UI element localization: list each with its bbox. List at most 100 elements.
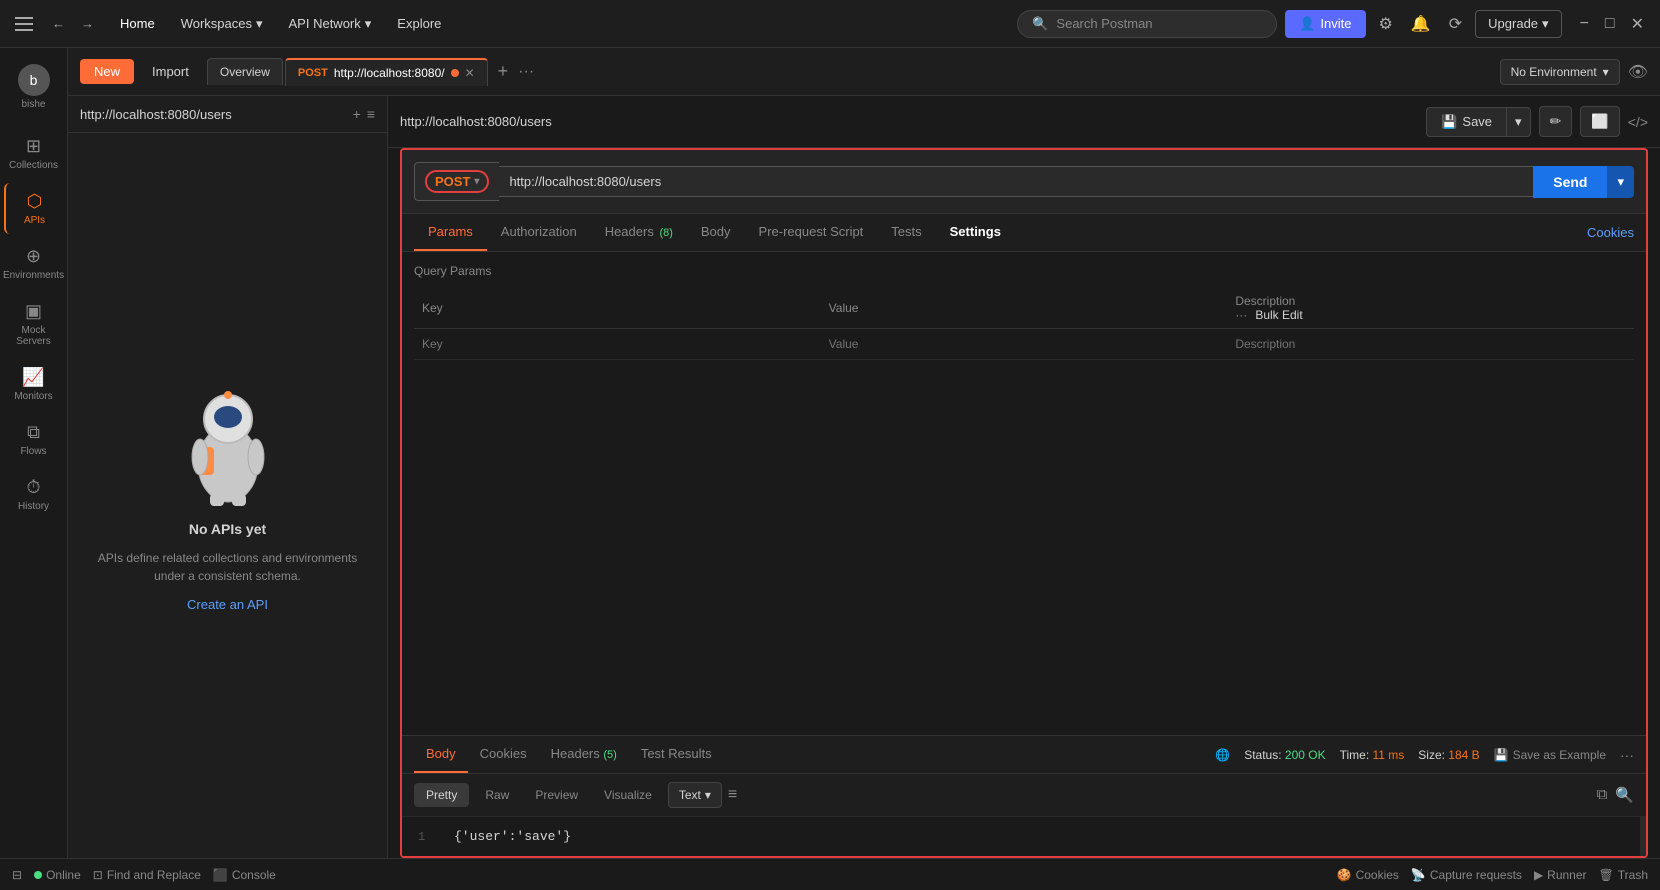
tab-pre-request-script[interactable]: Pre-request Script <box>745 214 878 251</box>
cookies-bottom-button[interactable]: 🍪 Cookies <box>1337 868 1399 882</box>
edit-icon-button[interactable]: ✏ <box>1539 106 1573 137</box>
cookies-link[interactable]: Cookies <box>1587 225 1634 240</box>
view-icon-button[interactable]: ⬜ <box>1580 106 1619 137</box>
save-icon: 💾 <box>1494 748 1509 762</box>
request-response-box: POST ▾ Send ▾ Params <box>400 148 1648 858</box>
bulk-edit-more-icon[interactable]: ··· <box>1235 308 1247 322</box>
search-response-icon[interactable]: 🔍 <box>1615 786 1634 804</box>
description-input[interactable] <box>1235 337 1626 351</box>
apis-label: APIs <box>24 215 45 226</box>
tab-body[interactable]: Body <box>687 214 745 251</box>
sidebar-item-mock-servers[interactable]: ▣ Mock Servers <box>4 293 64 355</box>
value-input[interactable] <box>829 337 1220 351</box>
resp-tab-headers[interactable]: Headers (5) <box>539 736 629 773</box>
tab-headers[interactable]: Headers (8) <box>591 214 687 251</box>
trash-button[interactable]: 🗑 Trash <box>1599 868 1648 882</box>
tab-overview-label: Overview <box>220 65 270 79</box>
key-input[interactable] <box>422 337 813 351</box>
console-button[interactable]: ⬛ Console <box>213 868 276 882</box>
environments-label: Environments <box>3 270 64 281</box>
upgrade-button[interactable]: Upgrade ▾ <box>1475 10 1561 38</box>
format-raw-button[interactable]: Raw <box>475 783 519 807</box>
menu-icon[interactable] <box>10 10 38 38</box>
resp-tab-cookies[interactable]: Cookies <box>468 736 539 773</box>
topbar-links: Home Workspaces ▾ API Network ▾ Explore <box>108 10 1009 38</box>
find-replace-button[interactable]: ⊡ Find and Replace <box>93 868 201 882</box>
notification-icon[interactable]: 🔔 <box>1406 9 1436 39</box>
forward-button[interactable]: → <box>75 12 100 35</box>
search-bar[interactable]: 🔍 Search Postman <box>1017 10 1277 38</box>
user-avatar[interactable]: b bishe <box>12 58 56 116</box>
env-settings-icon[interactable]: 👁 <box>1628 62 1648 82</box>
scrollbar-vertical[interactable] <box>1640 817 1646 856</box>
tab-post-request[interactable]: POST http://localhost:8080/ ✕ <box>285 58 488 86</box>
invite-button[interactable]: 👤 Invite <box>1285 10 1365 38</box>
format-visualize-button[interactable]: Visualize <box>594 783 662 807</box>
params-area: Query Params Key Value <box>402 252 1646 735</box>
sidebar-item-environments[interactable]: ⊕ Environments <box>4 238 64 289</box>
resp-tab-test-results[interactable]: Test Results <box>629 736 724 773</box>
import-button[interactable]: Import <box>142 59 199 84</box>
tab-params[interactable]: Params <box>414 214 487 251</box>
close-button[interactable]: ✕ <box>1625 12 1650 36</box>
code-icon-button[interactable]: </> <box>1628 114 1648 130</box>
text-type-dropdown[interactable]: Text ▾ <box>668 782 722 808</box>
explore-link[interactable]: Explore <box>385 10 453 37</box>
sidebar-item-apis[interactable]: ⬡ APIs <box>4 183 64 234</box>
format-preview-button[interactable]: Preview <box>525 783 588 807</box>
response-section: Body Cookies Headers (5) Test Results <box>402 735 1646 856</box>
sidebar-item-monitors[interactable]: 📈 Monitors <box>4 359 64 410</box>
key-cell <box>414 329 821 360</box>
workspaces-link[interactable]: Workspaces ▾ <box>169 10 275 38</box>
maximize-button[interactable]: □ <box>1599 12 1621 36</box>
upgrade-caret-icon: ▾ <box>1542 16 1549 32</box>
environment-selector[interactable]: No Environment ▾ <box>1500 59 1620 85</box>
create-api-link[interactable]: Create an API <box>187 597 268 612</box>
method-selector[interactable]: POST ▾ <box>414 162 499 201</box>
query-params-title: Query Params <box>414 264 1634 278</box>
send-button[interactable]: Send <box>1533 166 1607 198</box>
home-link[interactable]: Home <box>108 10 167 37</box>
tab-close-icon[interactable]: ✕ <box>465 66 475 80</box>
response-more-icon[interactable]: ··· <box>1620 747 1634 763</box>
left-panel-header: http://localhost:8080/users + ≡ <box>68 96 387 133</box>
back-button[interactable]: ← <box>46 12 71 35</box>
bulk-edit-link[interactable]: Bulk Edit <box>1255 308 1302 322</box>
save-icon: 💾 <box>1441 114 1457 130</box>
capture-requests-button[interactable]: 📡 Capture requests <box>1411 868 1522 882</box>
tab-settings[interactable]: Settings <box>936 214 1015 251</box>
runner-button[interactable]: ▶ Runner <box>1534 868 1587 882</box>
add-api-icon[interactable]: + <box>353 106 361 122</box>
send-caret-button[interactable]: ▾ <box>1607 166 1634 198</box>
layout-toggle-icon[interactable]: ⊟ <box>12 868 22 882</box>
save-button[interactable]: 💾 Save <box>1426 107 1506 137</box>
tab-more-button[interactable]: ··· <box>518 63 534 81</box>
format-pretty-button[interactable]: Pretty <box>414 783 469 807</box>
save-example-button[interactable]: 💾 Save as Example <box>1494 748 1606 762</box>
minimize-button[interactable]: − <box>1574 12 1595 36</box>
sync-icon[interactable]: ⟳ <box>1444 9 1467 39</box>
wrap-icon[interactable]: ≡ <box>728 786 737 804</box>
size-value: 184 B <box>1448 748 1479 762</box>
sidebar-item-collections[interactable]: ⊞ Collections <box>4 128 64 179</box>
new-button[interactable]: New <box>80 59 134 84</box>
settings-icon[interactable]: ⚙ <box>1374 9 1398 39</box>
capture-icon: 📡 <box>1411 868 1426 882</box>
astronaut-illustration <box>168 379 288 509</box>
filter-icon[interactable]: ≡ <box>367 106 375 122</box>
online-dot <box>34 871 42 879</box>
save-caret-button[interactable]: ▾ <box>1506 107 1531 137</box>
url-input[interactable] <box>499 166 1533 197</box>
sidebar-item-flows[interactable]: ⧉ Flows <box>4 414 64 465</box>
online-status[interactable]: Online <box>34 868 81 882</box>
tab-tests[interactable]: Tests <box>877 214 935 251</box>
tab-overview[interactable]: Overview <box>207 58 283 85</box>
tab-authorization[interactable]: Authorization <box>487 214 591 251</box>
no-env-label: No Environment <box>1511 65 1597 79</box>
api-network-link[interactable]: API Network ▾ <box>277 10 384 38</box>
tab-modified-dot <box>451 69 459 77</box>
copy-icon[interactable]: ⧉ <box>1597 786 1608 804</box>
tab-add-button[interactable]: + <box>490 57 517 86</box>
resp-tab-body[interactable]: Body <box>414 736 468 773</box>
sidebar-item-history[interactable]: ⏱ History <box>4 469 64 520</box>
